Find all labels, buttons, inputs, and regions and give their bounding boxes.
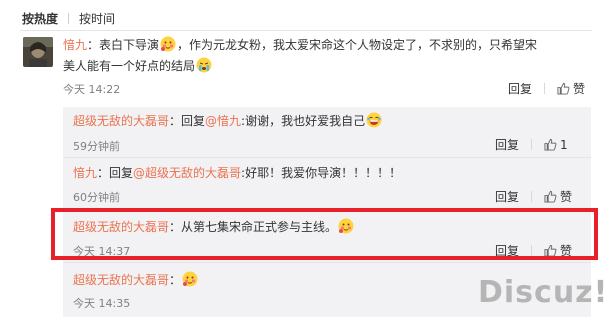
reply-prefix: ：回复 (169, 114, 206, 128)
shy-emoji-icon (160, 36, 176, 52)
reply-button[interactable]: 回复 (508, 80, 532, 97)
like-label: 赞 (573, 82, 586, 96)
reply-username[interactable]: 超级无敌的大磊哥 (73, 273, 169, 287)
mention-link[interactable]: @超级无敌的大磊哥 (133, 166, 241, 180)
divider (544, 83, 546, 94)
reply-username[interactable]: 超级无敌的大磊哥 (73, 114, 169, 128)
reply-actions: 回复 赞 (495, 188, 572, 205)
reply-prefix: ：回复 (97, 166, 134, 180)
reply-button[interactable]: 回复 (495, 136, 519, 153)
divider (63, 262, 591, 263)
reply-username[interactable]: 愔九 (73, 166, 97, 180)
sort-tab-time[interactable]: 按时间 (79, 10, 115, 27)
divider (63, 157, 591, 158)
comment-username[interactable]: 愔九 (63, 38, 87, 52)
mention-link[interactable]: @愔九 (205, 114, 241, 128)
divider (531, 139, 533, 150)
reply-time: 60分钟前 (73, 191, 120, 204)
like-count: 1 (560, 137, 568, 152)
laugh-emoji-icon (366, 112, 382, 128)
like-label: 赞 (560, 190, 573, 204)
reply-body: :好耶！我爱你导演！！！！！ (241, 166, 402, 180)
comment-actions: 回复 赞 (508, 80, 585, 97)
reply-time: 59分钟前 (73, 140, 120, 153)
thumbs-up-icon (557, 82, 570, 95)
sort-tab-hot[interactable]: 按热度 (22, 10, 58, 27)
reply-time: 今天 14:35 (73, 297, 131, 310)
watermark: Discuz! (478, 275, 604, 310)
cry-emoji-icon (196, 57, 212, 73)
reply-body: :谢谢，我也好爱我自己 (241, 114, 366, 128)
reply-body: ： (169, 273, 182, 287)
reply-actions: 回复 1 (495, 136, 568, 153)
list-item: 愔九：回复@超级无敌的大磊哥:好耶！我爱你导演！！！！！ (73, 163, 401, 183)
sort-bar: 按热度 按时间 (22, 8, 115, 28)
highlight-box (51, 208, 598, 260)
divider (531, 191, 533, 202)
divider (20, 30, 592, 31)
thumbs-up-icon (544, 138, 557, 151)
comment-text: 愔九：表白下导演 ，作为元龙女粉，我太爱宋命这个人物设定了，不求别的，只希望宋美人… (63, 35, 543, 77)
list-item: 超级无敌的大磊哥： (73, 270, 199, 290)
comment-time: 今天 14:22 (63, 83, 121, 96)
like-button[interactable]: 赞 (544, 188, 572, 205)
thumbs-up-icon (544, 190, 557, 203)
shy-emoji-icon (182, 271, 198, 287)
list-item: 超级无敌的大磊哥：回复@愔九:谢谢，我也好爱我自己 (73, 111, 383, 131)
avatar[interactable] (23, 37, 53, 67)
comment-body: ：表白下导演 (87, 38, 160, 52)
like-button[interactable]: 赞 (557, 80, 585, 97)
reply-button[interactable]: 回复 (495, 188, 519, 205)
like-button[interactable]: 1 (544, 138, 568, 152)
divider (68, 12, 70, 24)
